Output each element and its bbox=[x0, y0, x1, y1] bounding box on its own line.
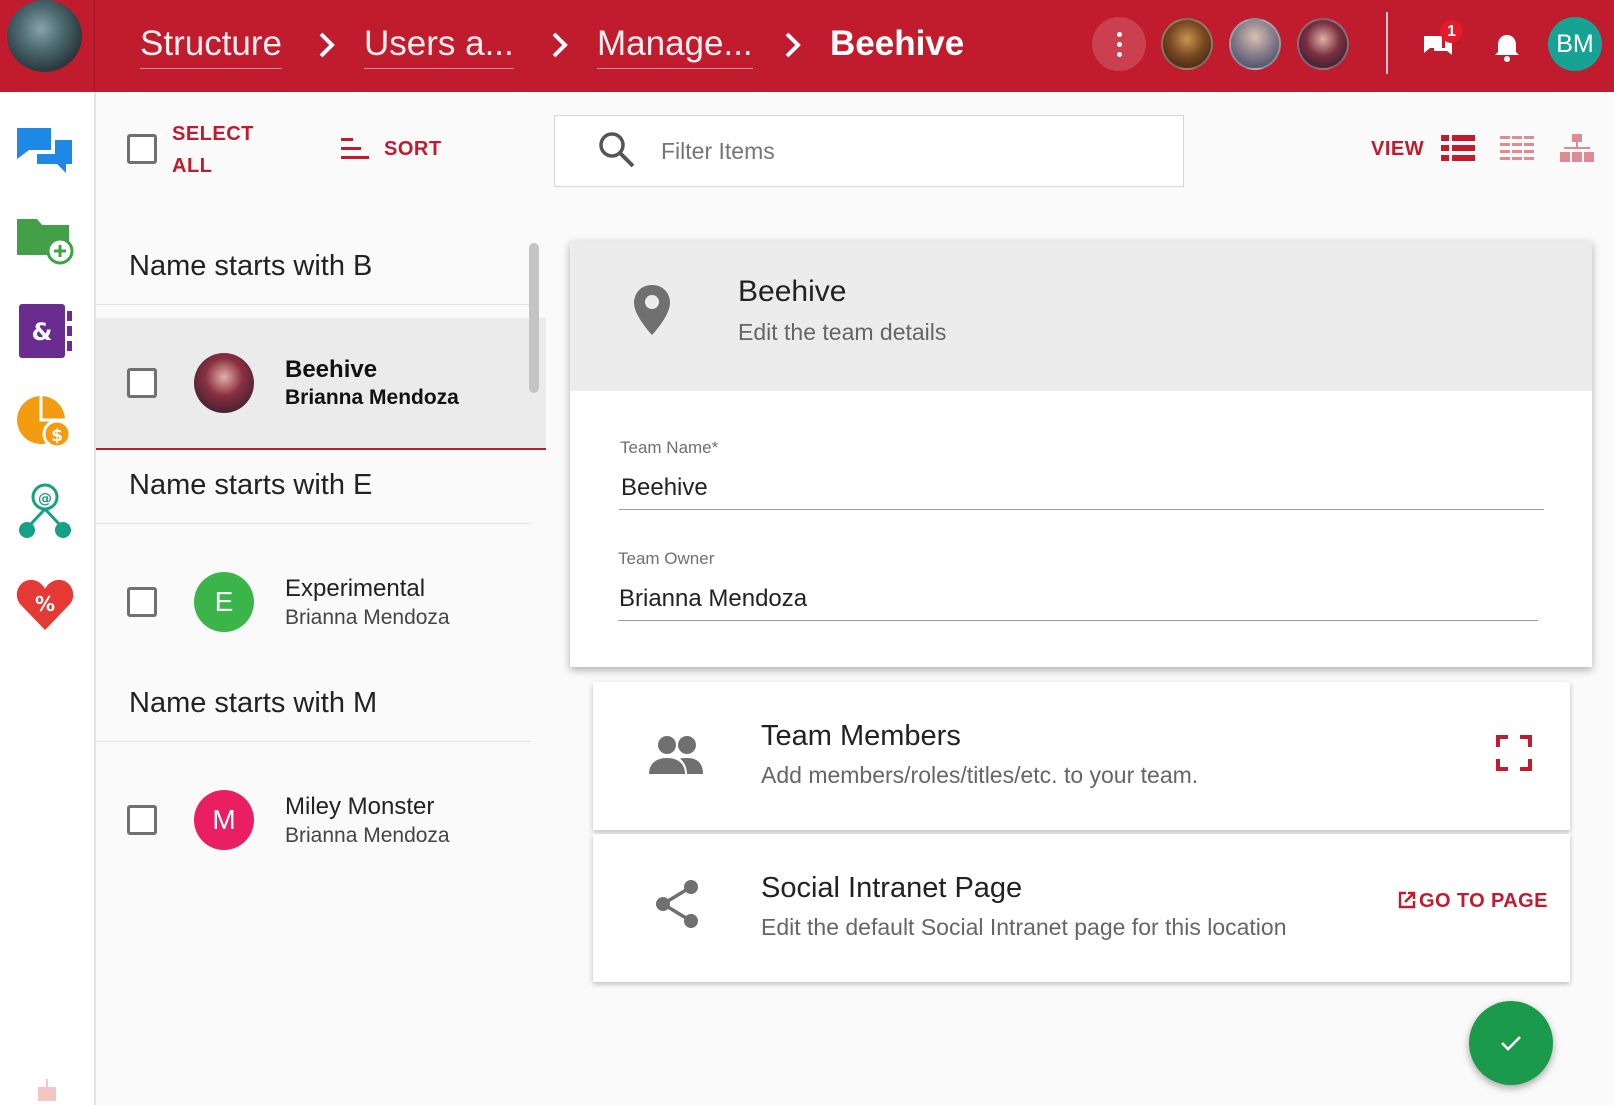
go-to-page-label: GO TO PAGE bbox=[1419, 890, 1548, 912]
address-book-icon[interactable]: & bbox=[15, 301, 75, 361]
team-name-label: Team Name* bbox=[620, 438, 718, 458]
select-all-checkbox[interactable] bbox=[127, 134, 157, 164]
company-logo[interactable] bbox=[7, 0, 82, 72]
view-label: VIEW bbox=[1371, 138, 1425, 160]
divider bbox=[96, 523, 531, 524]
header-divider bbox=[1386, 12, 1388, 74]
card-subtitle: Edit the team details bbox=[738, 319, 947, 345]
save-button[interactable] bbox=[1469, 1001, 1553, 1085]
group-icon bbox=[649, 736, 703, 774]
chevron-right-icon bbox=[552, 32, 568, 58]
list-item-subtitle: Brianna Mendoza bbox=[285, 606, 450, 629]
group-header: Name starts with M bbox=[129, 687, 378, 719]
team-members-card[interactable]: Team Members Add members/roles/titles/et… bbox=[593, 682, 1570, 830]
team-owner-underline bbox=[618, 620, 1538, 621]
app-sidebar: & $ @ % bbox=[0, 92, 96, 1105]
team-list: Name starts with B Beehive Brianna Mendo… bbox=[96, 232, 546, 1105]
row-checkbox[interactable] bbox=[127, 368, 157, 398]
network-icon[interactable]: @ bbox=[15, 482, 75, 542]
team-members-description: Add members/roles/titles/etc. to your te… bbox=[761, 762, 1199, 788]
filter-input[interactable] bbox=[661, 133, 1141, 169]
more-options-button[interactable] bbox=[1092, 17, 1146, 71]
divider bbox=[96, 741, 531, 742]
team-member-avatar[interactable] bbox=[1297, 18, 1349, 70]
list-item-subtitle: Brianna Mendoza bbox=[285, 824, 450, 847]
team-name-underline bbox=[619, 509, 1544, 510]
svg-text:&: & bbox=[32, 318, 53, 346]
table-view-icon[interactable] bbox=[1499, 133, 1535, 165]
row-checkbox[interactable] bbox=[127, 805, 157, 835]
team-name-label-text: Team Name bbox=[620, 438, 712, 457]
pie-chart-dollar-icon[interactable]: $ bbox=[15, 392, 75, 452]
required-mark: * bbox=[711, 438, 719, 457]
list-item-title[interactable]: Miley Monster bbox=[285, 793, 434, 821]
group-header: Name starts with B bbox=[129, 250, 373, 282]
team-name-field[interactable]: Beehive bbox=[621, 474, 708, 502]
chevron-right-icon bbox=[319, 32, 335, 58]
go-to-page-button[interactable]: GO TO PAGE bbox=[1398, 890, 1548, 913]
list-item-selected[interactable]: Beehive Brianna Mendoza bbox=[96, 318, 546, 450]
team-member-avatar[interactable] bbox=[1229, 18, 1281, 70]
share-icon bbox=[656, 880, 698, 928]
avatar: E bbox=[194, 572, 254, 632]
list-item-title: Beehive bbox=[285, 356, 378, 383]
list-item-subtitle: Brianna Mendoza bbox=[285, 386, 459, 409]
org-chart-view-icon[interactable] bbox=[1559, 133, 1595, 165]
breadcrumb-users[interactable]: Users a... bbox=[364, 22, 514, 69]
team-owner-label: Team Owner bbox=[618, 549, 715, 568]
birthday-cake-icon[interactable] bbox=[35, 1075, 59, 1103]
breadcrumb-current: Beehive bbox=[830, 24, 965, 63]
folder-add-icon[interactable] bbox=[15, 209, 75, 269]
open-external-icon bbox=[1398, 891, 1416, 909]
avatar: M bbox=[194, 790, 254, 850]
divider bbox=[96, 304, 531, 305]
fullscreen-icon[interactable] bbox=[1495, 734, 1533, 772]
select-all-label-line2[interactable]: ALL bbox=[172, 155, 212, 178]
current-user-avatar[interactable]: BM bbox=[1548, 17, 1602, 71]
notification-count-badge: 1 bbox=[1440, 20, 1463, 43]
chat-icon[interactable] bbox=[15, 120, 75, 180]
social-intranet-title: Social Intranet Page bbox=[761, 872, 1023, 904]
card-header: Beehive Edit the team details bbox=[570, 241, 1592, 391]
top-bar: Structure Users a... Manage... Beehive 1… bbox=[0, 0, 1614, 92]
list-item-title[interactable]: Experimental bbox=[285, 575, 425, 603]
sort-button[interactable]: SORT bbox=[384, 138, 442, 161]
svg-text:%: % bbox=[35, 592, 55, 616]
card-title: Beehive bbox=[738, 275, 847, 308]
svg-text:$: $ bbox=[51, 426, 63, 446]
row-checkbox[interactable] bbox=[127, 587, 157, 617]
location-pin-icon bbox=[634, 285, 670, 335]
bell-icon[interactable] bbox=[1490, 30, 1524, 64]
breadcrumb-manage[interactable]: Manage... bbox=[597, 22, 753, 69]
select-all-label[interactable]: SELECT bbox=[172, 123, 254, 146]
logo-area[interactable] bbox=[0, 0, 95, 92]
svg-text:@: @ bbox=[38, 491, 52, 507]
group-header: Name starts with E bbox=[129, 469, 373, 501]
social-intranet-card[interactable]: Social Intranet Page Edit the default So… bbox=[593, 834, 1570, 982]
team-details-card: Beehive Edit the team details Team Name*… bbox=[570, 241, 1592, 667]
team-member-avatar[interactable] bbox=[1161, 18, 1213, 70]
sort-icon[interactable] bbox=[339, 136, 371, 162]
list-view-icon[interactable] bbox=[1440, 133, 1476, 165]
search-icon bbox=[599, 132, 635, 168]
avatar bbox=[194, 353, 254, 413]
breadcrumb-structure[interactable]: Structure bbox=[140, 22, 282, 69]
check-icon bbox=[1501, 1036, 1521, 1051]
heart-percent-icon[interactable]: % bbox=[15, 574, 75, 634]
filter-box[interactable] bbox=[554, 115, 1184, 187]
list-scrollbar[interactable] bbox=[529, 243, 539, 393]
team-members-title: Team Members bbox=[761, 720, 961, 752]
team-owner-field[interactable]: Brianna Mendoza bbox=[619, 585, 807, 613]
chevron-right-icon bbox=[785, 32, 801, 58]
social-intranet-description: Edit the default Social Intranet page fo… bbox=[761, 914, 1287, 940]
